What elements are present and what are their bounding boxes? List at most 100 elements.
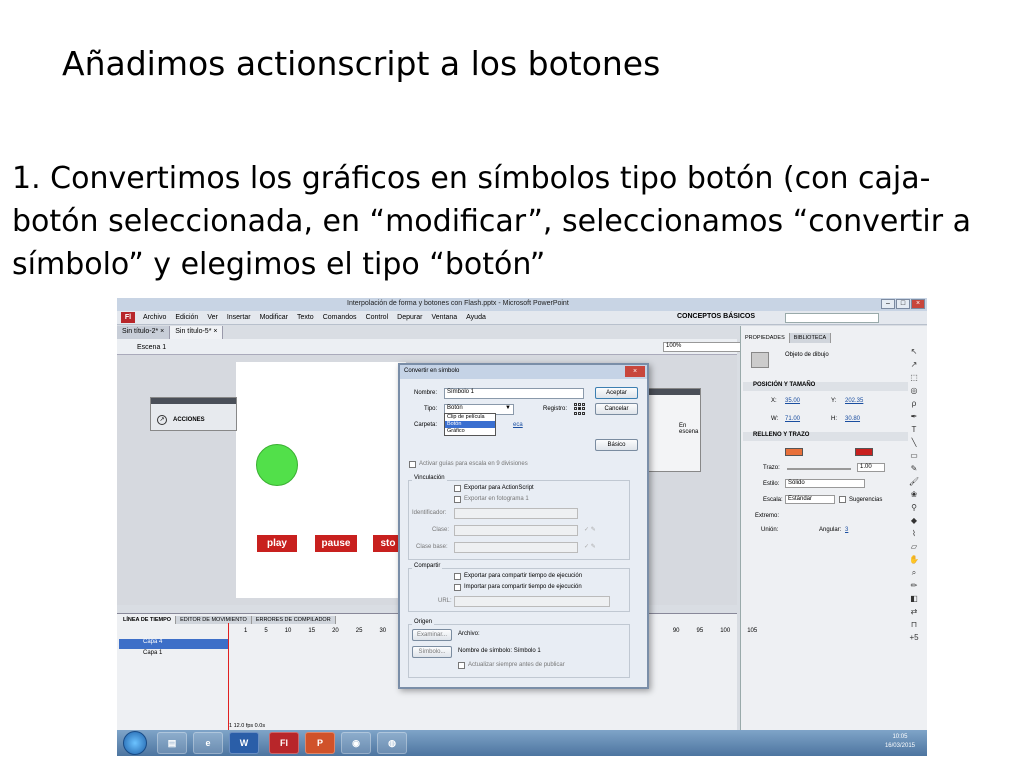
dialog-close-button[interactable]: × bbox=[625, 366, 645, 377]
help-search-input[interactable] bbox=[785, 313, 879, 323]
menu-control[interactable]: Control bbox=[366, 314, 389, 321]
eyedropper-tool-icon[interactable]: ⌇ bbox=[907, 528, 921, 539]
minimize-button[interactable]: – bbox=[881, 299, 895, 309]
option-graphic[interactable]: Gráfico bbox=[445, 428, 495, 435]
menu-archivo[interactable]: Archivo bbox=[143, 314, 166, 321]
snap-icon[interactable]: ⊓ bbox=[907, 619, 921, 630]
system-clock[interactable]: 10:05 16/03/2015 bbox=[885, 733, 915, 751]
selection-tool-icon[interactable]: ↖ bbox=[907, 346, 921, 357]
scale-select[interactable]: Estándar bbox=[785, 495, 835, 504]
subselection-tool-icon[interactable]: ↗ bbox=[907, 359, 921, 370]
bone-tool-icon[interactable]: ⚲ bbox=[907, 502, 921, 513]
line-tool-icon[interactable]: ╲ bbox=[907, 437, 921, 448]
h-value[interactable]: 30.80 bbox=[845, 416, 860, 422]
internet-explorer-icon[interactable]: e bbox=[193, 732, 223, 754]
menu-ayuda[interactable]: Ayuda bbox=[466, 314, 486, 321]
pause-button-graphic[interactable]: pause bbox=[315, 535, 357, 552]
reg-point[interactable] bbox=[574, 411, 577, 415]
stroke-slider[interactable] bbox=[787, 468, 851, 470]
identifier-input[interactable] bbox=[454, 508, 578, 519]
fill-color-tool-icon[interactable]: ◧ bbox=[907, 593, 921, 604]
tab-library[interactable]: BIBLIOTECA bbox=[789, 333, 832, 343]
option-movie-clip[interactable]: Clip de película bbox=[445, 414, 495, 421]
eraser-tool-icon[interactable]: ▱ bbox=[907, 541, 921, 552]
stroke-value-field[interactable]: 1.00 bbox=[857, 463, 885, 472]
menu-insertar[interactable]: Insertar bbox=[227, 314, 251, 321]
menu-texto[interactable]: Texto bbox=[297, 314, 314, 321]
scene-label[interactable]: Escena 1 bbox=[137, 344, 166, 351]
start-button[interactable] bbox=[123, 731, 147, 755]
workspace-switcher[interactable]: CONCEPTOS BÁSICOS bbox=[677, 313, 755, 320]
nine-slice-checkbox[interactable] bbox=[409, 461, 416, 468]
reg-point[interactable] bbox=[582, 403, 585, 406]
share-export-checkbox[interactable] bbox=[454, 573, 461, 580]
url-input[interactable] bbox=[454, 596, 610, 607]
reg-point[interactable] bbox=[582, 411, 585, 415]
smooth-icon[interactable]: +5 bbox=[907, 632, 921, 643]
maximize-button[interactable]: □ bbox=[896, 299, 910, 309]
reg-point[interactable] bbox=[578, 403, 581, 406]
reg-point[interactable] bbox=[582, 407, 585, 411]
tab-doc-5[interactable]: Sin título-5* × bbox=[170, 326, 224, 339]
flash-icon[interactable]: Fl bbox=[269, 732, 299, 754]
media-player-icon[interactable]: ◉ bbox=[341, 732, 371, 754]
deco-tool-icon[interactable]: ❀ bbox=[907, 489, 921, 500]
layer-row-capa-1[interactable]: Capa 1 bbox=[119, 650, 229, 660]
export-frame-checkbox[interactable] bbox=[454, 496, 461, 503]
playhead[interactable] bbox=[228, 623, 229, 733]
hints-checkbox[interactable] bbox=[839, 496, 846, 503]
layer-row-capa-4[interactable]: Capa 4 bbox=[119, 639, 229, 649]
tab-timeline[interactable]: LÍNEA DE TIEMPO bbox=[119, 616, 177, 624]
reg-point-selected[interactable] bbox=[578, 407, 581, 411]
ok-button[interactable]: Aceptar bbox=[595, 387, 638, 399]
tab-doc-2[interactable]: Sin título-2* × bbox=[117, 326, 171, 339]
angular-value[interactable]: 3 bbox=[845, 527, 848, 533]
style-select[interactable]: Sólido bbox=[785, 479, 865, 488]
close-button[interactable]: × bbox=[911, 299, 925, 309]
swap-colors-icon[interactable]: ⇄ bbox=[907, 606, 921, 617]
green-circle-graphic[interactable] bbox=[256, 444, 298, 486]
menu-ventana[interactable]: Ventana bbox=[431, 314, 457, 321]
paint-bucket-tool-icon[interactable]: ◆ bbox=[907, 515, 921, 526]
play-button-graphic[interactable]: play bbox=[257, 535, 297, 552]
3d-rotation-tool-icon[interactable]: ◎ bbox=[907, 385, 921, 396]
y-value[interactable]: 202.35 bbox=[845, 398, 863, 404]
symbol-button[interactable]: Símbolo... bbox=[412, 646, 452, 658]
stroke-color-swatch[interactable] bbox=[785, 448, 803, 456]
powerpoint-icon[interactable]: P bbox=[305, 732, 335, 754]
text-tool-icon[interactable]: T bbox=[907, 424, 921, 435]
menu-depurar[interactable]: Depurar bbox=[397, 314, 422, 321]
fill-color-swatch[interactable] bbox=[855, 448, 873, 456]
hand-tool-icon[interactable]: ✋ bbox=[907, 554, 921, 565]
section-position-size[interactable]: POSICIÓN Y TAMAÑO bbox=[743, 382, 908, 391]
update-checkbox[interactable] bbox=[458, 662, 465, 669]
menu-comandos[interactable]: Comandos bbox=[323, 314, 357, 321]
class-input[interactable] bbox=[454, 525, 578, 536]
symbol-name-input[interactable]: Símbolo 1 bbox=[444, 388, 584, 399]
brush-tool-icon[interactable]: 🖌 bbox=[907, 476, 921, 487]
tab-properties[interactable]: PROPIEDADES bbox=[741, 333, 790, 343]
reg-point[interactable] bbox=[578, 411, 581, 415]
folder-link[interactable]: eca bbox=[513, 422, 523, 428]
actions-panel[interactable]: ↗ ACCIONES bbox=[150, 397, 237, 431]
tab-compiler-errors[interactable]: ERRORES DE COMPILADOR bbox=[251, 616, 336, 624]
tab-motion-editor[interactable]: EDITOR DE MOVIMIENTO bbox=[176, 616, 252, 624]
menu-modificar[interactable]: Modificar bbox=[260, 314, 288, 321]
validate-class-icon[interactable]: ✓ ✎ bbox=[584, 526, 596, 533]
share-import-checkbox[interactable] bbox=[454, 584, 461, 591]
lasso-tool-icon[interactable]: ρ bbox=[907, 398, 921, 409]
validate-base-class-icon[interactable]: ✓ ✎ bbox=[584, 543, 596, 550]
menu-ver[interactable]: Ver bbox=[207, 314, 218, 321]
stroke-color-tool-icon[interactable]: ✏ bbox=[907, 580, 921, 591]
chrome-icon[interactable]: ◍ bbox=[377, 732, 407, 754]
pen-tool-icon[interactable]: ✒ bbox=[907, 411, 921, 422]
w-value[interactable]: 71.00 bbox=[785, 416, 800, 422]
reg-point[interactable] bbox=[574, 403, 577, 406]
basic-button[interactable]: Básico bbox=[595, 439, 638, 451]
pencil-tool-icon[interactable]: ✎ bbox=[907, 463, 921, 474]
x-value[interactable]: 35.00 bbox=[785, 398, 800, 404]
registration-grid[interactable] bbox=[574, 403, 586, 415]
reg-point[interactable] bbox=[574, 407, 577, 411]
explorer-icon[interactable]: ▤ bbox=[157, 732, 187, 754]
free-transform-tool-icon[interactable]: ⬚ bbox=[907, 372, 921, 383]
